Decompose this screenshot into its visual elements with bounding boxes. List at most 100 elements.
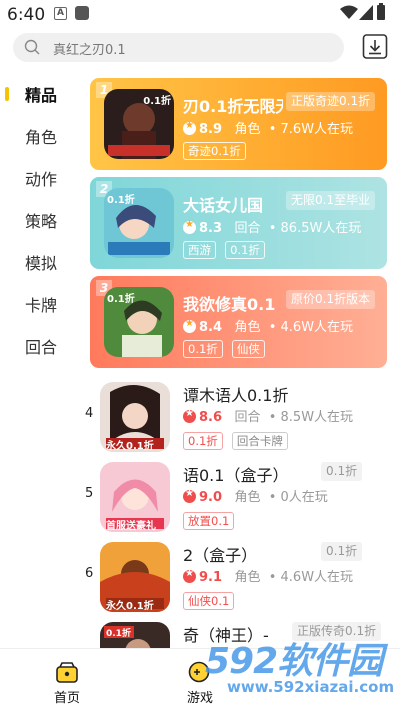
sidebar-item-role[interactable]: 角色 — [0, 116, 78, 152]
nav-label: 首页 — [53, 691, 80, 706]
wifi-icon — [340, 5, 358, 19]
gamepad-icon — [188, 661, 210, 683]
icon-text: 0.1折 — [143, 96, 171, 107]
game-category: 角色 — [234, 122, 261, 137]
search-bar[interactable]: 真红之刃0.1 — [13, 33, 344, 62]
star-icon — [183, 568, 196, 583]
search-icon — [24, 39, 40, 55]
category-sidebar: 精品 角色 动作 策略 模拟 卡牌 回合 — [0, 70, 78, 650]
game-meta: 8.4 角色 • 4.6W人在玩 — [183, 316, 353, 335]
game-tag: 0.1折 — [321, 542, 363, 561]
game-meta: 8.9 角色 • 7.6W人在玩 — [183, 118, 353, 137]
game-chip: 0.1折 — [225, 241, 265, 259]
list-rank: 6 — [85, 566, 94, 581]
sidebar-item-strategy[interactable]: 策略 — [0, 200, 78, 236]
game-chips: 西游 0.1折 — [183, 239, 269, 259]
top-game-card[interactable]: 1 0.1折 刃0.1折无限无 正版奇迹0.1折 8.9 角色 • 7.6W人在… — [90, 78, 387, 170]
star-icon — [183, 408, 196, 423]
star-icon — [183, 120, 196, 135]
game-players: 8.5W人在玩 — [280, 410, 354, 425]
star-icon — [183, 219, 196, 234]
game-chip: 西游 — [183, 241, 216, 259]
game-players: 0人在玩 — [280, 490, 328, 505]
star-icon — [183, 488, 196, 503]
game-icon[interactable]: 0.1折 — [104, 287, 174, 357]
search-placeholder: 真红之刃0.1 — [53, 43, 126, 58]
game-players: 4.6W人在玩 — [280, 570, 354, 585]
sidebar-item-turn-based[interactable]: 回合 — [0, 326, 78, 362]
sidebar-item-label: 角色 — [25, 128, 58, 147]
icon-text: 首服送豪礼 — [106, 521, 156, 532]
game-score: 8.3 — [199, 221, 223, 236]
list-item[interactable]: 5 首服送豪礼 语0.1（盒子） 0.1折 9.0 角色 • 0人在玩 放置0.… — [82, 458, 400, 536]
bottom-navigation: 首页 游戏 — [0, 648, 400, 710]
sidebar-item-label: 模拟 — [25, 254, 58, 273]
list-rank: 5 — [85, 486, 94, 501]
game-chip: 0.1折 — [183, 340, 223, 358]
game-chips: 奇迹0.1折 — [183, 140, 250, 160]
sidebar-item-action[interactable]: 动作 — [0, 158, 78, 194]
game-name: 谭木语人0.1折 — [183, 386, 289, 405]
sidebar-item-card[interactable]: 卡牌 — [0, 284, 78, 320]
sidebar-item-label: 动作 — [25, 170, 58, 189]
sidebar-item-simulation[interactable]: 模拟 — [0, 242, 78, 278]
game-score: 8.9 — [199, 122, 223, 137]
game-category: 回合 — [234, 410, 261, 425]
game-tag: 无限0.1至毕业 — [286, 191, 376, 210]
game-icon[interactable]: 0.1折 — [104, 188, 174, 258]
icon-text: 永久0.1折 — [106, 441, 154, 452]
game-chips: 0.1折 回合卡牌 — [183, 430, 292, 450]
nav-label: 游戏 — [186, 691, 213, 706]
star-icon — [183, 318, 196, 333]
game-name: 2（盒子） — [183, 546, 258, 565]
game-tag: 正版奇迹0.1折 — [286, 92, 376, 111]
icon-text: 0.1折 — [107, 195, 135, 206]
game-icon[interactable]: 永久0.1折 — [100, 542, 170, 612]
game-chip: 回合卡牌 — [231, 432, 288, 450]
active-indicator — [5, 87, 9, 101]
game-icon[interactable]: 永久0.1折 — [100, 382, 170, 452]
game-category: 回合 — [234, 221, 261, 236]
game-name: 我欲修真0.1 — [183, 295, 276, 314]
icon-text: 0.1折 — [107, 294, 135, 305]
status-bar: 6:40 A — [0, 0, 400, 28]
game-icon[interactable]: 首服送豪礼 — [100, 462, 170, 532]
game-icon[interactable]: 0.1折 — [100, 622, 170, 648]
top-game-card[interactable]: 2 0.1折 大话女儿国 无限0.1至毕业 8.3 回合 • 86.5W人在玩 … — [90, 177, 387, 269]
icon-text: 永久0.1折 — [106, 601, 154, 612]
list-rank: 4 — [85, 406, 94, 421]
game-tag: 原价0.1折版本 — [286, 290, 376, 309]
game-tag: 0.1折 — [321, 462, 363, 481]
game-category: 角色 — [234, 570, 261, 585]
game-score: 9.0 — [199, 490, 223, 505]
game-name: 刃0.1折无限无 — [183, 97, 283, 116]
top-game-card[interactable]: 3 0.1折 我欲修真0.1 原价0.1折版本 8.4 角色 • 4.6W人在玩… — [90, 276, 387, 368]
game-chips: 仙侠0.1 — [183, 590, 238, 610]
game-icon[interactable]: 0.1折 — [104, 89, 174, 159]
sidebar-item-label: 卡牌 — [25, 296, 58, 315]
nav-home[interactable]: 首页 — [37, 655, 97, 706]
list-item[interactable]: 4 永久0.1折 谭木语人0.1折 8.6 回合 • 8.5W人在玩 0.1折 … — [82, 378, 400, 456]
sidebar-item-featured[interactable]: 精品 — [0, 74, 78, 110]
home-icon — [56, 662, 78, 683]
download-icon[interactable] — [362, 33, 388, 60]
icon-text: 0.1折 — [106, 629, 131, 639]
game-chip: 仙侠 — [231, 340, 265, 358]
game-meta: 8.3 回合 • 86.5W人在玩 — [183, 217, 361, 236]
game-score: 8.6 — [199, 410, 223, 425]
game-ranking-list: 1 0.1折 刃0.1折无限无 正版奇迹0.1折 8.9 角色 • 7.6W人在… — [82, 70, 400, 648]
game-score: 9.1 — [199, 570, 223, 585]
game-chip: 仙侠0.1 — [183, 592, 235, 610]
nav-games[interactable]: 游戏 — [170, 655, 230, 706]
sidebar-item-label: 策略 — [25, 212, 58, 231]
game-players: 4.6W人在玩 — [280, 320, 354, 335]
game-name: 语0.1（盒子） — [183, 466, 289, 485]
status-time: 6:40 — [7, 5, 46, 25]
game-name: 奇（神王）- — [183, 626, 269, 645]
game-meta: 9.1 角色 • 4.6W人在玩 — [183, 566, 353, 585]
list-item[interactable]: 6 永久0.1折 2（盒子） 0.1折 9.1 角色 • 4.6W人在玩 仙侠0… — [82, 538, 400, 616]
game-meta: 8.6 回合 • 8.5W人在玩 — [183, 406, 353, 425]
list-item[interactable]: 0.1折 奇（神王）- 正版传奇0.1折 — [82, 618, 400, 648]
game-score: 8.4 — [199, 320, 223, 335]
game-chips: 放置0.1 — [183, 510, 238, 530]
